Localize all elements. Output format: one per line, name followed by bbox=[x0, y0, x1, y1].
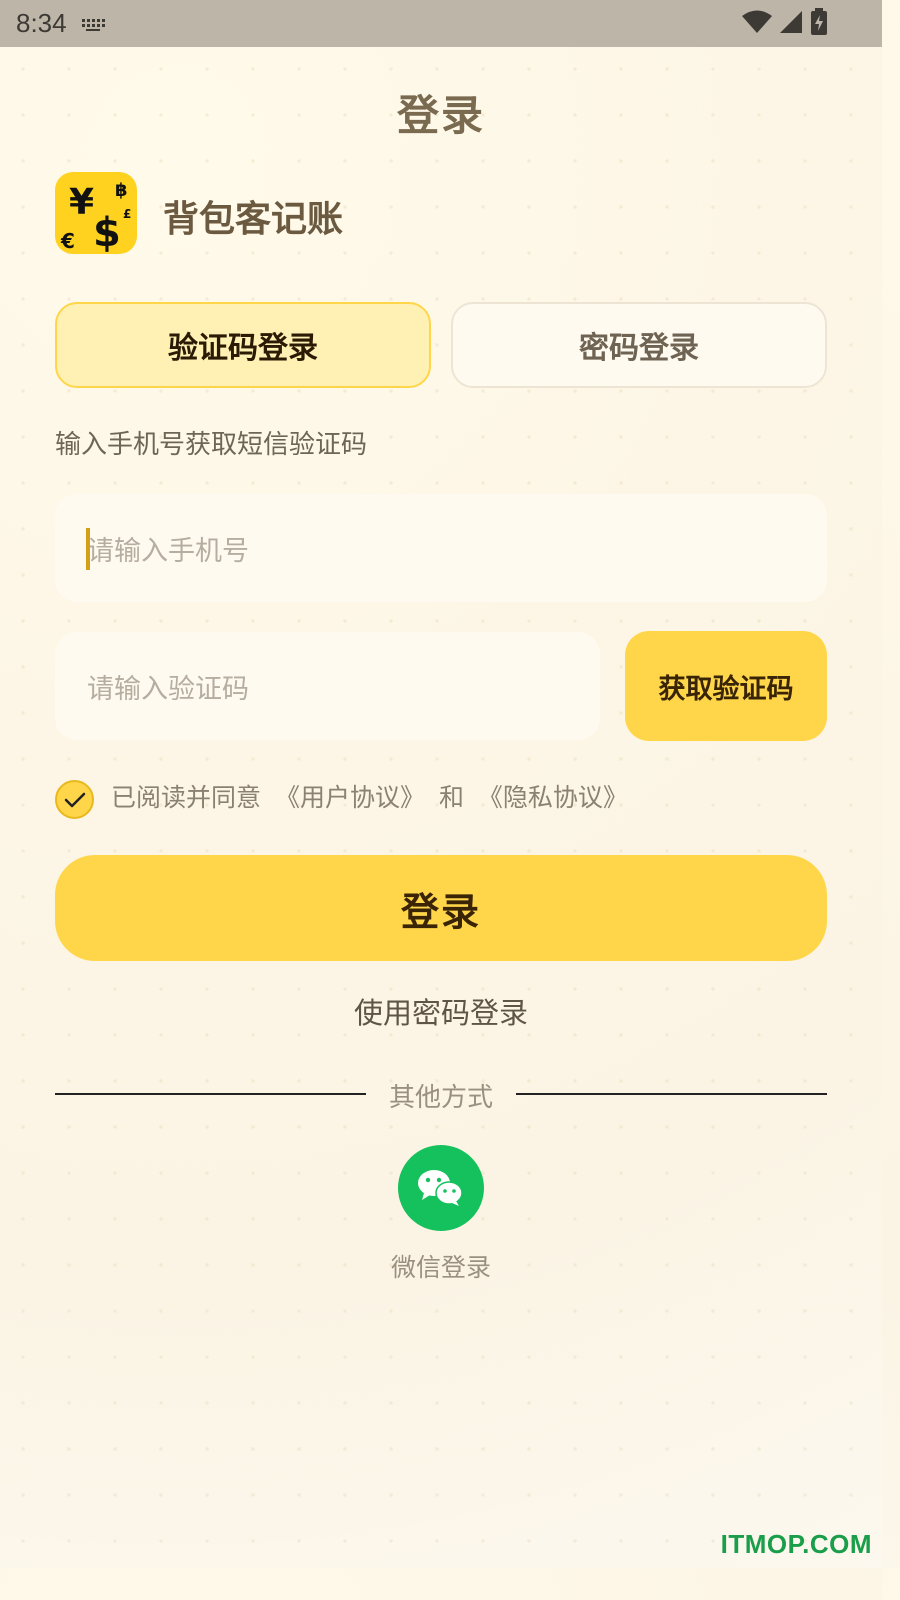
watermark: ITMOP.COM bbox=[720, 1529, 872, 1559]
agreement-prefix: 已阅读并同意 bbox=[111, 783, 262, 812]
phone-input[interactable]: 请输入手机号 bbox=[55, 494, 827, 602]
status-bar: 8:34 bbox=[0, 0, 882, 47]
form-hint: 输入手机号获取短信验证码 bbox=[55, 430, 368, 460]
tab-password-login[interactable]: 密码登录 bbox=[451, 302, 827, 388]
signal-icon bbox=[778, 10, 804, 38]
app-name: 背包客记账 bbox=[163, 199, 344, 240]
wifi-icon bbox=[742, 10, 772, 38]
divider-right bbox=[516, 1093, 827, 1095]
checkmark-icon bbox=[64, 792, 85, 807]
user-agreement-link[interactable]: 《用户协议》 bbox=[275, 783, 425, 812]
divider-left bbox=[55, 1093, 366, 1095]
wechat-icon bbox=[418, 1170, 463, 1206]
agreement-and: 和 bbox=[438, 783, 464, 812]
status-time: 8:34 bbox=[16, 8, 67, 38]
get-code-button[interactable]: 获取验证码 bbox=[625, 631, 827, 741]
battery-icon bbox=[810, 7, 828, 40]
svg-text:€: € bbox=[60, 229, 75, 253]
svg-text:฿: ฿ bbox=[115, 180, 128, 201]
svg-text:¥: ¥ bbox=[69, 182, 94, 223]
status-icons bbox=[742, 7, 828, 40]
login-button[interactable]: 登录 bbox=[55, 855, 827, 961]
wechat-login-label: 微信登录 bbox=[390, 1253, 491, 1282]
text-cursor bbox=[86, 528, 90, 570]
agreement-text: 已阅读并同意 《用户协议》 和 《隐私协议》 bbox=[111, 778, 634, 814]
other-methods-label: 其他方式 bbox=[388, 1083, 493, 1113]
wechat-login-button[interactable] bbox=[398, 1145, 484, 1231]
tab-sms-login[interactable]: 验证码登录 bbox=[55, 302, 431, 388]
privacy-agreement-link[interactable]: 《隐私协议》 bbox=[478, 783, 628, 812]
use-password-link[interactable]: 使用密码登录 bbox=[0, 990, 882, 1032]
agreement-checkbox[interactable] bbox=[55, 780, 94, 819]
keyboard-icon bbox=[81, 17, 105, 31]
svg-text:£: £ bbox=[123, 207, 131, 221]
code-input[interactable]: 请输入验证码 bbox=[55, 632, 600, 740]
page-title: 登录 bbox=[396, 91, 485, 140]
app-logo-icon: ¥ ฿ $ € £ bbox=[55, 172, 137, 254]
svg-text:$: $ bbox=[93, 210, 121, 254]
code-placeholder: 请输入验证码 bbox=[87, 673, 249, 705]
phone-placeholder: 请输入手机号 bbox=[87, 535, 249, 567]
